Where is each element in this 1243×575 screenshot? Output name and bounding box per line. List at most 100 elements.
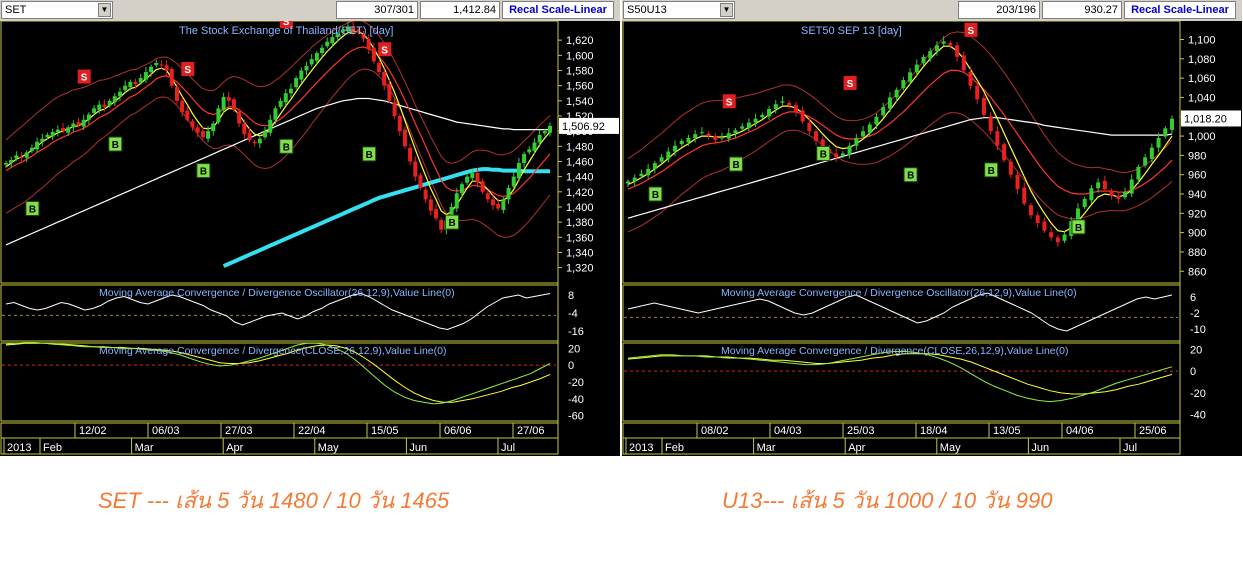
candle-body xyxy=(133,81,138,85)
chart-area[interactable]: 8608809009209409609801,0001,0201,0401,06… xyxy=(622,21,1242,456)
candle-body xyxy=(60,128,65,132)
symbol-select[interactable]: SET ▼ xyxy=(1,1,113,19)
candle-body xyxy=(975,85,980,100)
sell-signal-label: S xyxy=(847,79,854,90)
y-tick-label: 1,100 xyxy=(1188,34,1216,46)
date-tick-label: 15/05 xyxy=(371,425,399,437)
candle-body xyxy=(330,37,335,44)
chart-toolbar: S50U13 ▼ 203/196 930.27 Recal Scale-Line… xyxy=(622,0,1242,21)
symbol-select[interactable]: S50U13 ▼ xyxy=(623,1,735,19)
candle-body xyxy=(1008,161,1013,175)
candle-body xyxy=(123,85,128,91)
candle-body xyxy=(626,181,630,184)
candle-body xyxy=(288,88,293,94)
candle-body xyxy=(382,72,387,86)
candle-body xyxy=(511,176,516,187)
macd-tick-label: -40 xyxy=(1190,410,1206,422)
candle-body xyxy=(522,153,527,163)
candle-body xyxy=(894,89,899,98)
candle-body xyxy=(1136,166,1141,180)
buy-signal-label: B xyxy=(112,140,119,151)
date-tick-label: 13/05 xyxy=(993,425,1021,437)
chart-area[interactable]: 1,320 1,340 1,360 1,380 1,400 1,420 1,440 1,460… xyxy=(0,21,620,456)
candle-body xyxy=(371,47,376,62)
candle-body xyxy=(50,131,55,137)
y-tick-label: 880 xyxy=(1188,247,1206,259)
candle-body xyxy=(934,45,939,52)
candle-body xyxy=(112,96,117,103)
candle-body xyxy=(1149,147,1154,159)
candle-body xyxy=(746,122,751,128)
macd-line xyxy=(627,351,1173,403)
month-tick-label: Jul xyxy=(501,442,515,454)
macd-tick-label: 0 xyxy=(568,360,574,372)
candle-body xyxy=(542,131,547,134)
y-tick-label: 960 xyxy=(1188,170,1206,182)
candle-body xyxy=(283,93,288,103)
ema-short-line xyxy=(627,45,1173,233)
month-tick-label: 2013 xyxy=(7,442,31,454)
month-tick-label: Feb xyxy=(665,442,684,454)
pane-border xyxy=(622,21,1181,284)
date-tick-label: 22/04 xyxy=(298,425,326,437)
candle-body xyxy=(840,153,845,156)
chart-panel-s50u13: S50U13 ▼ 203/196 930.27 Recal Scale-Line… xyxy=(622,0,1242,456)
y-tick-label: 1,540 xyxy=(566,96,594,108)
macd-tick-label: -20 xyxy=(568,377,584,389)
candle-body xyxy=(921,56,926,64)
candle-body xyxy=(901,80,906,89)
macd-osc-tick-label: -16 xyxy=(568,326,584,338)
candle-body xyxy=(713,136,718,140)
sell-signal-label: S xyxy=(968,26,975,37)
buy-signal-label: B xyxy=(988,166,995,177)
candle-body xyxy=(1049,232,1054,238)
candle-body xyxy=(428,199,433,211)
candle-body xyxy=(491,199,496,206)
y-tick-label: 920 xyxy=(1188,208,1206,220)
candle-body xyxy=(666,151,671,159)
candle-body xyxy=(981,97,986,115)
candle-body xyxy=(1015,174,1020,190)
candle-body xyxy=(995,131,1000,146)
candle-body xyxy=(854,137,859,146)
y-tick-label: 1,000 xyxy=(1188,131,1216,143)
candle-body xyxy=(55,129,60,132)
candle-body xyxy=(117,91,122,97)
candle-body xyxy=(237,111,242,124)
y-tick-label: 1,340 xyxy=(566,247,594,259)
candle-body xyxy=(1022,187,1027,204)
sell-signal-label: S xyxy=(381,45,388,56)
y-tick-label: 1,480 xyxy=(566,141,594,153)
candle-body xyxy=(1122,192,1127,198)
macd-oscillator-title: Moving Average Convergence / Divergence … xyxy=(99,287,455,299)
candle-body xyxy=(14,155,19,159)
recal-scale-button[interactable]: Recal Scale-Linear xyxy=(1124,1,1236,19)
candle-body xyxy=(402,129,407,147)
volume-field: 307/301 xyxy=(336,1,418,19)
candle-body xyxy=(1002,144,1007,161)
candle-body xyxy=(793,105,798,112)
candle-body xyxy=(760,114,765,118)
candle-body xyxy=(1062,234,1067,241)
candle-body xyxy=(1109,190,1114,196)
candle-body xyxy=(646,168,651,176)
y-tick-label: 860 xyxy=(1188,266,1206,278)
recal-scale-button[interactable]: Recal Scale-Linear xyxy=(502,1,614,19)
y-tick-label: 940 xyxy=(1188,189,1206,201)
chevron-down-icon[interactable]: ▼ xyxy=(98,3,111,17)
candle-body xyxy=(726,133,731,139)
date-tick-label: 08/02 xyxy=(701,425,729,437)
candle-body xyxy=(216,108,221,123)
candle-body xyxy=(961,55,966,71)
y-tick-label: 1,060 xyxy=(1188,73,1216,85)
candle-body xyxy=(1170,118,1174,130)
candle-body xyxy=(501,199,506,211)
buy-signal-label: B xyxy=(200,167,207,178)
macd-tick-label: 20 xyxy=(568,343,580,355)
candle-body xyxy=(138,78,143,83)
y-tick-label: 1,080 xyxy=(1188,54,1216,66)
candle-body xyxy=(439,219,444,230)
candle-body xyxy=(867,124,872,133)
candle-body xyxy=(834,153,839,158)
chevron-down-icon[interactable]: ▼ xyxy=(720,3,733,17)
